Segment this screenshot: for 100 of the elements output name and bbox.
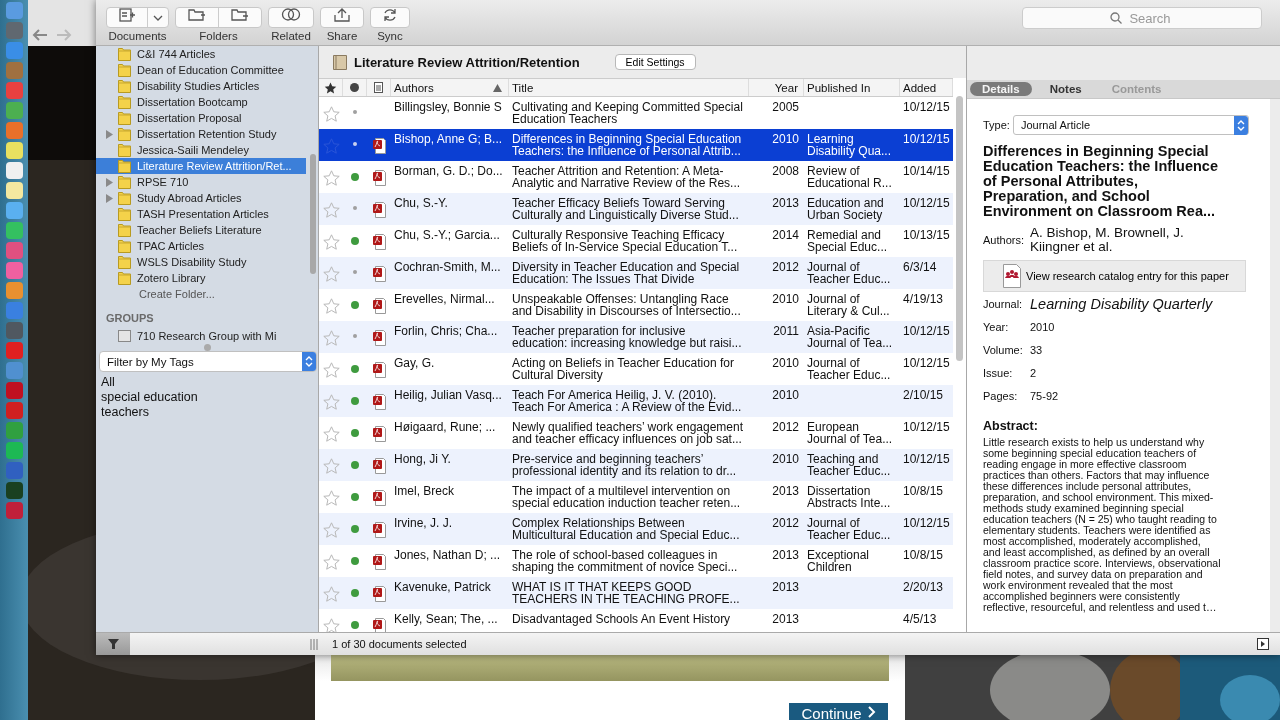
folder-item[interactable]: C&I 744 Articles — [96, 46, 306, 62]
pdf-file-icon[interactable] — [372, 266, 386, 282]
pdf-file-icon[interactable] — [372, 330, 386, 346]
pdf-file-icon[interactable] — [372, 298, 386, 314]
folder-item[interactable]: Jessica-Saili Mendeley — [96, 142, 306, 158]
app-icon[interactable] — [5, 142, 23, 159]
unread-dot-icon[interactable] — [351, 365, 359, 373]
star-icon[interactable] — [322, 394, 340, 410]
document-row[interactable]: Billingsley, Bonnie S Cultivating and Keeping Committed Special Education Teachers 2005 10/12/15 — [319, 97, 953, 129]
folder-item[interactable]: Dissertation Bootcamp — [96, 94, 306, 110]
star-icon[interactable] — [322, 554, 340, 570]
forward-icon[interactable] — [56, 28, 72, 42]
column-header[interactable]: Published In — [804, 79, 900, 96]
app-icon[interactable] — [5, 202, 23, 219]
document-row[interactable]: Gay, G. Acting on Beliefs in Teacher Education for Cultural Diversity 2010 Journal of Teacher Educ... 10/12/15 — [319, 353, 953, 385]
star-icon[interactable] — [322, 298, 340, 314]
unread-dot-icon[interactable] — [351, 301, 359, 309]
unread-dot-icon[interactable] — [351, 557, 359, 565]
pdf-file-icon[interactable] — [372, 138, 386, 154]
document-row[interactable]: Borman, G. D.; Do... Teacher Attrition and Retention: A Meta- Analytic and Narrative Review of the Res... 2008 Review of Educational R... 10/14/15 — [319, 161, 953, 193]
pdf-file-icon[interactable] — [372, 170, 386, 186]
unread-dot-icon[interactable] — [351, 525, 359, 533]
disclosure-triangle-icon[interactable] — [106, 193, 113, 203]
folder-item[interactable]: Dissertation Proposal — [96, 110, 306, 126]
star-icon[interactable] — [322, 490, 340, 506]
pdf-file-icon[interactable] — [372, 586, 386, 602]
edit-settings-button[interactable]: Edit Settings — [614, 54, 696, 70]
password-field[interactable] — [331, 655, 889, 681]
app-icon[interactable] — [5, 282, 23, 299]
pdf-file-icon[interactable] — [372, 490, 386, 506]
grip-icon[interactable] — [310, 638, 318, 650]
folder-item[interactable]: Literature Review Attrition/Ret... — [96, 158, 306, 174]
unread-dot-icon[interactable] — [351, 397, 359, 405]
unread-dot-icon[interactable] — [351, 589, 359, 597]
document-row[interactable]: Heilig, Julian Vasq... Teach For America Heilig, J. V. (2010). Teach For America : A Review of the Evid... 2010 2/10/15 — [319, 385, 953, 417]
app-icon[interactable] — [5, 162, 23, 179]
folder-item[interactable]: WSLS Disability Study — [96, 254, 306, 270]
star-icon[interactable] — [322, 330, 340, 346]
document-column-icon[interactable] — [374, 82, 383, 93]
folder-item[interactable]: Study Abroad Articles — [96, 190, 306, 206]
unread-dot-icon[interactable] — [351, 493, 359, 501]
document-row[interactable]: Irvine, J. J. Complex Relationships Between Multicultural Education and Special Educ... 2012 Journal of Teacher Educ... 10/12/15 — [319, 513, 953, 545]
document-row[interactable]: Kavenuke, Patrick WHAT IS IT THAT KEEPS GOOD TEACHERS IN THE TEACHING PROFE... 2013 2/20/13 — [319, 577, 953, 609]
app-icon[interactable] — [5, 102, 23, 119]
pdf-file-icon[interactable] — [372, 426, 386, 442]
tag-filter-dropdown[interactable]: Filter by My Tags — [99, 351, 317, 372]
star-icon[interactable] — [322, 138, 340, 154]
read-dot-icon[interactable] — [353, 142, 357, 146]
star-icon[interactable] — [322, 458, 340, 474]
pdf-file-icon[interactable] — [372, 234, 386, 250]
scrollbar-thumb[interactable] — [956, 96, 963, 361]
document-row[interactable]: Forlin, Chris; Cha... Teacher preparation for inclusive education: increasing knowledge but raisi... 2011 Asia-Pacific Journal of Tea... 10/12/15 — [319, 321, 953, 353]
app-icon[interactable] — [5, 482, 23, 499]
document-row[interactable]: Erevelles, Nirmal... Unspeakable Offenses: Untangling Race and Disability in Discourses of Intersectio... 2010 Journal of Literary & Cul... 4/19/13 — [319, 289, 953, 321]
create-folder-link[interactable]: Create Folder... — [139, 288, 215, 300]
star-icon[interactable] — [322, 234, 340, 250]
folder-item[interactable]: Zotero Library — [96, 270, 306, 286]
document-row[interactable]: Høigaard, Rune; ... Newly qualified teachers’ work engagement and teacher efficacy influences on job sat... 2012 European Journal of Tea... 10/12/15 — [319, 417, 953, 449]
pdf-file-icon[interactable] — [372, 394, 386, 410]
pdf-file-icon[interactable] — [372, 458, 386, 474]
disclosure-triangle-icon[interactable] — [106, 177, 113, 187]
pdf-file-icon[interactable] — [372, 362, 386, 378]
pdf-file-icon[interactable] — [372, 554, 386, 570]
star-icon[interactable] — [322, 618, 340, 632]
folder-item[interactable]: Teacher Beliefs Literature — [96, 222, 306, 238]
star-icon[interactable] — [322, 426, 340, 442]
document-row[interactable]: Chu, S.-Y.; Garcia... Culturally Responsive Teaching Efficacy Beliefs of In-Service Special Education T... 2014 Remedial and Special Educ... 10/13/15 — [319, 225, 953, 257]
filter-button[interactable] — [96, 633, 130, 655]
tag-item[interactable]: All — [101, 375, 115, 390]
caret-icon[interactable] — [153, 14, 163, 21]
folder-item[interactable]: TPAC Articles — [96, 238, 306, 254]
star-icon[interactable] — [322, 522, 340, 538]
pdf-file-icon[interactable] — [372, 522, 386, 538]
pdf-file-icon[interactable] — [372, 202, 386, 218]
read-dot-icon[interactable] — [353, 334, 357, 338]
continue-button[interactable]: Continue — [789, 703, 888, 720]
catalog-entry-button[interactable]: View research catalog entry for this paper — [983, 260, 1246, 292]
unread-dot-icon[interactable] — [351, 237, 359, 245]
star-column-icon[interactable] — [324, 81, 337, 94]
splitter-handle-icon[interactable] — [203, 344, 211, 351]
column-header[interactable]: Added — [900, 79, 953, 96]
column-header[interactable]: Authors — [391, 79, 509, 96]
unread-dot-icon[interactable] — [351, 429, 359, 437]
folder-item[interactable]: Dean of Education Committee — [96, 62, 306, 78]
app-icon[interactable] — [5, 442, 23, 459]
app-icon[interactable] — [5, 222, 23, 239]
document-row[interactable]: Hong, Ji Y. Pre-service and beginning teachers’ professional identity and its relation to dr... 2010 Teaching and Teacher Educ... 10/12/15 — [319, 449, 953, 481]
app-icon[interactable] — [5, 182, 23, 199]
unread-dot-icon[interactable] — [351, 461, 359, 469]
column-header[interactable]: Title — [509, 79, 749, 96]
column-header[interactable]: Year — [749, 79, 804, 96]
folder-item[interactable]: Disability Studies Articles — [96, 78, 306, 94]
document-row[interactable]: Chu, S.-Y. Teacher Efficacy Beliefs Toward Serving Culturally and Linguistically Diverse Stud... 2013 Education and Urban Society 10/12/15 — [319, 193, 953, 225]
folder-item[interactable]: RPSE 710 — [96, 174, 306, 190]
group-item[interactable]: 710 Research Group with Mi — [96, 328, 306, 344]
unread-dot-icon[interactable] — [351, 173, 359, 181]
star-icon[interactable] — [322, 170, 340, 186]
tab[interactable]: Details — [970, 82, 1032, 96]
read-dot-icon[interactable] — [353, 110, 357, 114]
search-field[interactable]: Search — [1022, 7, 1262, 29]
